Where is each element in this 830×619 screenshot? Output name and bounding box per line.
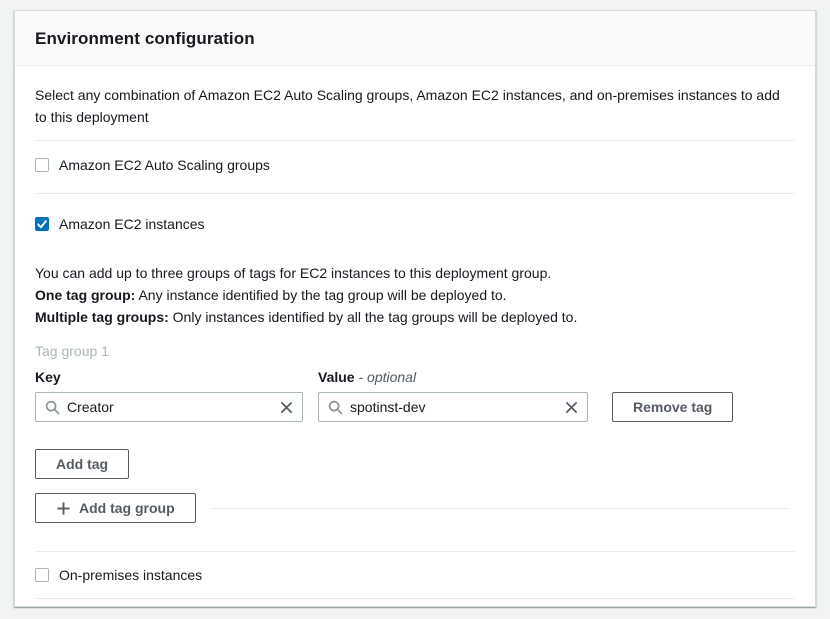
environment-configuration-panel: Environment configuration Select any com… xyxy=(14,10,816,607)
search-icon xyxy=(328,400,343,415)
plus-icon xyxy=(56,501,71,516)
help-line-3-term: Multiple tag groups: xyxy=(35,309,169,325)
on-premises-checkbox-label: On-premises instances xyxy=(59,567,202,583)
ec2-instances-checkbox-label: Amazon EC2 instances xyxy=(59,216,205,232)
value-label-text: Value xyxy=(318,369,355,385)
add-tag-group-label: Add tag group xyxy=(79,500,175,516)
tag-groups-help-text: You can add up to three groups of tags f… xyxy=(35,262,795,328)
tag-key-input[interactable] xyxy=(67,399,273,415)
add-tag-group-row: Add tag group xyxy=(35,493,795,523)
panel-description: Select any combination of Amazon EC2 Aut… xyxy=(35,84,793,128)
value-field-label: Value - optional xyxy=(318,369,588,385)
help-line-3-text: Only instances identified by all the tag… xyxy=(169,309,578,325)
checkbox-row-ec2-instances[interactable]: Amazon EC2 instances xyxy=(35,216,795,232)
panel-title: Environment configuration xyxy=(35,29,795,49)
key-field-column: Key xyxy=(35,369,303,422)
panel-body: Select any combination of Amazon EC2 Aut… xyxy=(15,84,815,619)
help-line-2-text: Any instance identified by the tag group… xyxy=(135,287,506,303)
checkmark-icon xyxy=(36,218,48,230)
section-divider xyxy=(35,551,795,552)
value-label-optional: - optional xyxy=(358,369,416,385)
panel-header: Environment configuration xyxy=(15,11,815,66)
tag-group-title: Tag group 1 xyxy=(35,343,795,359)
checkbox-row-on-premises[interactable]: On-premises instances xyxy=(35,567,795,583)
tag-value-input[interactable] xyxy=(350,399,558,415)
on-premises-checkbox[interactable] xyxy=(35,568,49,582)
tag-group-row: Key Value - optional xyxy=(35,369,795,422)
auto-scaling-groups-checkbox[interactable] xyxy=(35,158,49,172)
auto-scaling-groups-checkbox-label: Amazon EC2 Auto Scaling groups xyxy=(59,157,270,173)
add-tag-group-button[interactable]: Add tag group xyxy=(35,493,196,523)
ec2-instances-checkbox[interactable] xyxy=(35,217,49,231)
key-field-label: Key xyxy=(35,369,303,385)
clear-value-button[interactable] xyxy=(565,401,578,414)
checkbox-row-auto-scaling-groups[interactable]: Amazon EC2 Auto Scaling groups xyxy=(35,157,795,173)
section-divider xyxy=(35,140,795,141)
value-search-field xyxy=(318,392,588,422)
search-icon xyxy=(45,400,60,415)
help-line-2-term: One tag group: xyxy=(35,287,135,303)
remove-tag-button[interactable]: Remove tag xyxy=(612,392,733,422)
page: Environment configuration Select any com… xyxy=(0,0,830,618)
help-line-1: You can add up to three groups of tags f… xyxy=(35,265,551,281)
add-tag-button[interactable]: Add tag xyxy=(35,449,129,479)
inline-divider xyxy=(210,508,789,509)
clear-key-button[interactable] xyxy=(280,401,293,414)
key-search-field xyxy=(35,392,303,422)
section-divider xyxy=(35,193,795,194)
section-divider xyxy=(35,598,795,599)
value-field-column: Value - optional xyxy=(318,369,588,422)
